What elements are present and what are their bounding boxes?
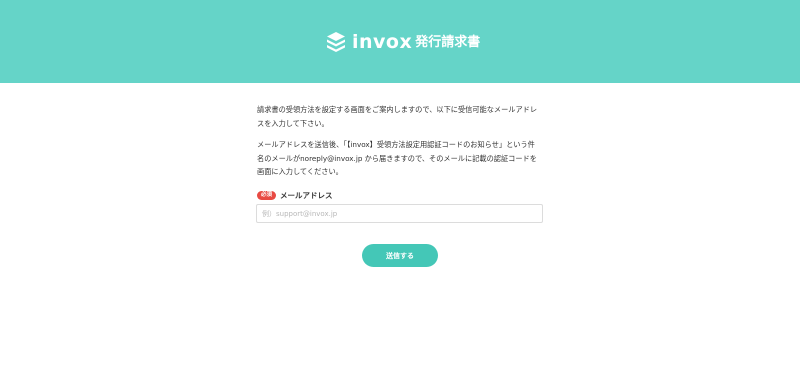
email-field-label-row: 必須 メールアドレス: [257, 190, 333, 201]
intro-paragraph-2: メールアドレスを送信後、「【invox】受領方法設定用認証コードのお知らせ」とい…: [257, 138, 547, 179]
required-badge: 必須: [257, 191, 277, 200]
intro-paragraph-1-line: スを入力して下さい。: [257, 118, 329, 128]
email-field-label: メールアドレス: [280, 191, 333, 200]
intro-paragraph-1-line: 請求書の受領方法を設定する画面をご案内しますので、以下に受信可能なメールアドレ: [257, 105, 538, 114]
instructions: 請求書の受領方法を設定する画面をご案内しますので、以下に受信可能なメールアドレ …: [257, 103, 547, 187]
intro-paragraph-1: 請求書の受領方法を設定する画面をご案内しますので、以下に受信可能なメールアドレ …: [257, 103, 547, 130]
email-input[interactable]: [256, 204, 543, 223]
logo-subtitle: 発行請求書: [415, 34, 481, 50]
logo-wordmark: invox: [352, 31, 413, 53]
brand-logo: invox 発行請求書: [326, 30, 480, 54]
submit-button[interactable]: 送信する: [362, 244, 438, 267]
intro-paragraph-2-line: メールアドレスを送信後、「【invox】受領方法設定用認証コードのお知らせ」とい…: [257, 140, 535, 149]
layered-box-icon: [327, 32, 345, 52]
intro-paragraph-2-line: 画面に入力してください。: [257, 167, 343, 176]
header-bar: invox 発行請求書: [0, 0, 800, 83]
intro-paragraph-2-line: 名のメールがnoreply@invox.jp から届きますので、そのメールに記載…: [257, 153, 537, 163]
